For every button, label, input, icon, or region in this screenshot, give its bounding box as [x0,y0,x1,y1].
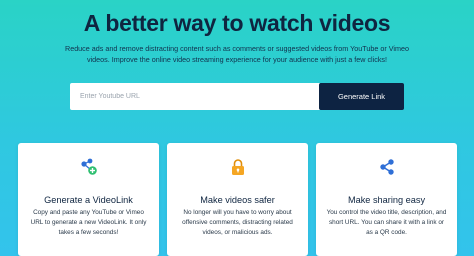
feature-description: Copy and paste any YouTube or Vimeo URL … [30,209,147,236]
feature-title: Make sharing easy [347,195,426,205]
share-plus-icon [80,158,97,175]
hero-title: A better way to watch videos [83,10,391,36]
share-icon [379,159,394,175]
feature-card-sharing: Make sharing easy You control the video … [316,143,457,256]
lock-icon [231,159,244,175]
feature-card-generate: Generate a VideoLink Copy and paste any … [18,143,159,256]
generate-link-button[interactable]: Generate Link [319,83,404,110]
hero-subtitle: Reduce ads and remove distracting conten… [65,44,409,64]
feature-description: No longer will you have to worry about o… [182,209,293,236]
feature-title: Make videos safer [200,195,275,205]
feature-card-safer: Make videos safer No longer will you hav… [167,143,308,256]
youtube-url-input[interactable] [70,83,320,110]
feature-description: You control the video title, description… [326,209,447,236]
feature-title: Generate a VideoLink [44,195,133,205]
